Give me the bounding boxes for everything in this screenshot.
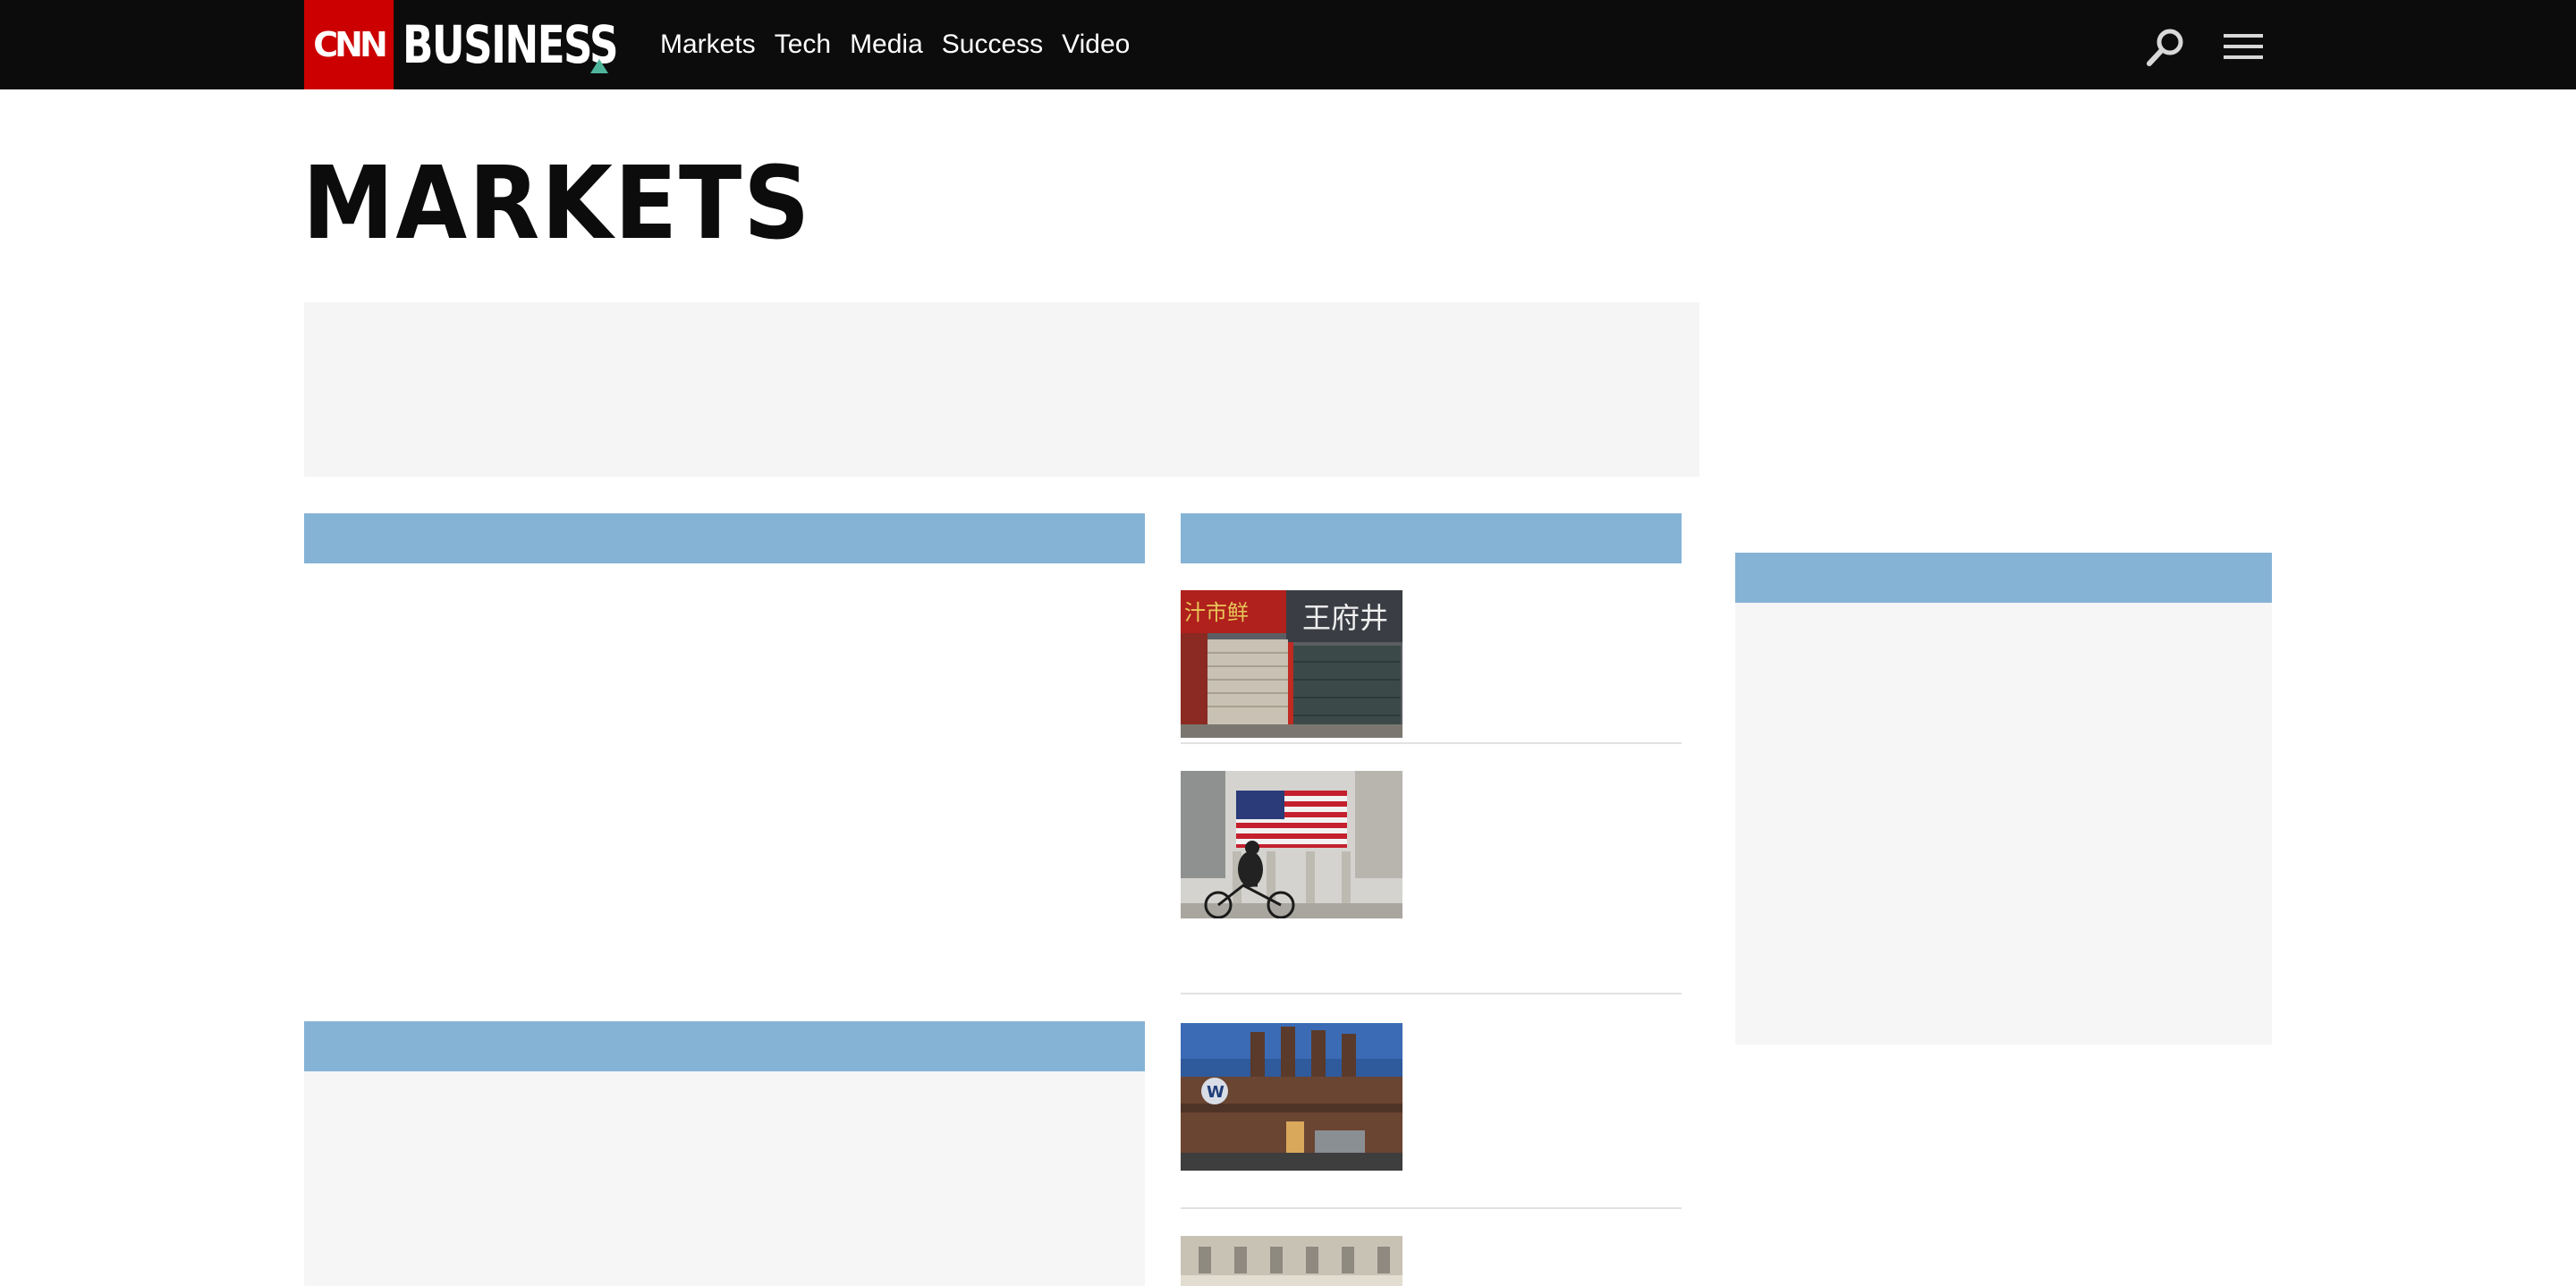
cnn-logo[interactable]: CNN [304,0,394,89]
ad-banner-placeholder [304,302,1699,477]
top-navigation-bar: CNN BUSINESS Markets Tech Media Success … [0,0,2576,89]
nav-item-success[interactable]: Success [942,30,1043,60]
business-logo-text[interactable]: BUSINESS [402,13,619,77]
storefront-sign-text: 王府井 [1302,601,1388,635]
nyse-flag-cyclist-thumbnail[interactable] [1181,771,1402,918]
beijing-storefront-thumbnail[interactable]: 汁市鲜 王府井 [1181,590,1402,738]
divider [1181,993,1682,994]
section-header-left-bottom [304,1021,1145,1071]
page-title: MARKETS [302,146,812,262]
volkswagen-factory-thumbnail[interactable]: W [1181,1023,1402,1171]
divider [1181,1207,1682,1209]
section-header-left-top [304,513,1145,563]
logo-triangle-icon [590,59,608,73]
main-nav: Markets Tech Media Success Video [660,0,1130,89]
svg-text:W: W [1207,1083,1224,1102]
search-icon[interactable] [2145,27,2186,68]
building-facade-thumbnail[interactable] [1181,1236,1402,1286]
content-placeholder-right [1735,603,2272,1045]
nav-item-media[interactable]: Media [850,30,923,60]
divider [1181,742,1682,744]
section-header-right [1735,553,2272,603]
nav-item-video[interactable]: Video [1062,30,1130,60]
section-header-middle [1181,513,1682,563]
hamburger-menu-icon[interactable] [2224,32,2263,61]
content-placeholder-left [304,1071,1145,1286]
svg-text:汁市鲜: 汁市鲜 [1184,600,1249,625]
nav-item-markets[interactable]: Markets [660,30,756,60]
nav-item-tech[interactable]: Tech [775,30,831,60]
